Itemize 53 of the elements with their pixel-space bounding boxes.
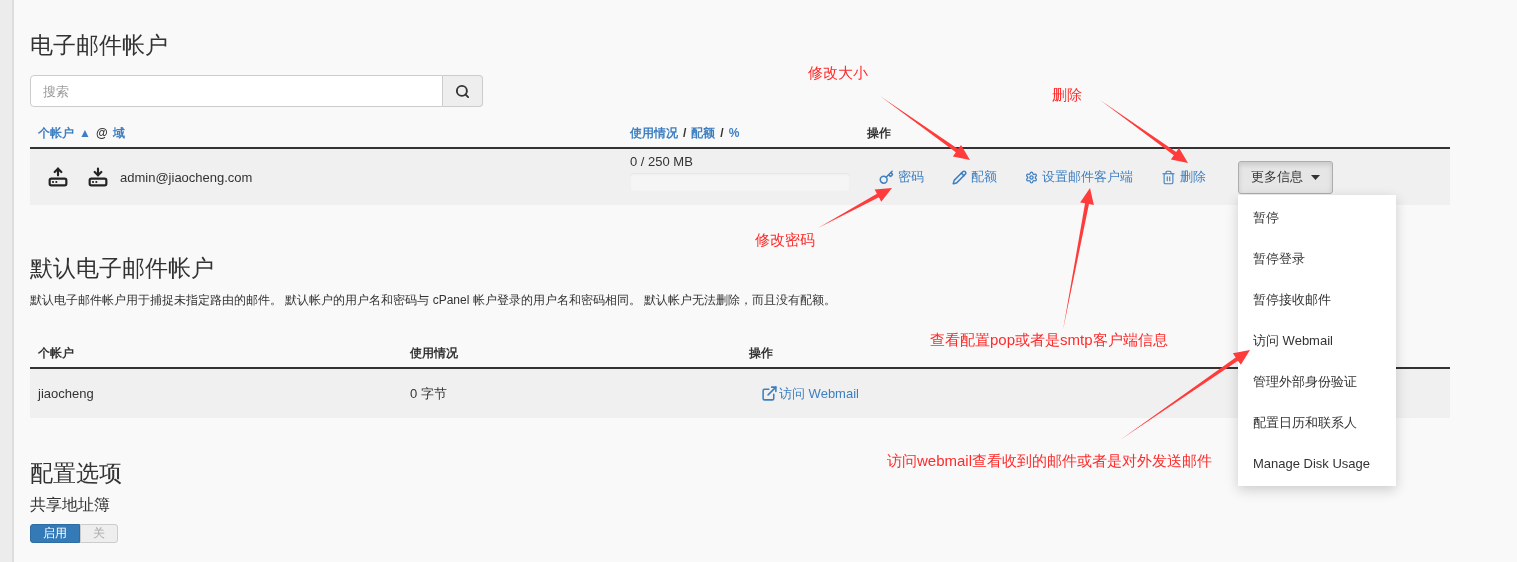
action-link[interactable]: 密码 [879,168,924,186]
caret-icon [1311,174,1320,180]
menu-item[interactable]: Manage Disk Usage [1238,442,1396,484]
setting-label: 共享地址簿 [30,495,110,515]
usage-text: 0 字节 [410,384,448,403]
section-title: 默认电子邮件帐户 [30,254,214,283]
column-sort-link[interactable]: 域 [112,124,125,142]
webmail-link[interactable]: 访问 Webmail [761,384,859,403]
column-sort-link[interactable]: 配额 [691,124,716,142]
account-name: jiaocheng [38,386,95,401]
section-title: 电子邮件帐户 [30,31,168,60]
email-address: admin@jiaocheng.com [120,169,253,185]
annotation-text: 修改大小 [808,64,868,83]
column-header: 个帐户 [38,344,75,362]
menu-item[interactable]: 配置日历和联系人 [1238,401,1396,443]
upload-icon[interactable] [48,167,68,187]
menu-item[interactable]: 访问 Webmail [1238,319,1396,361]
sort-indicator[interactable]: ▲ [79,126,91,140]
menu-item[interactable]: 暂停登录 [1238,237,1396,279]
usage-text: 0 / 250 MB [630,153,694,169]
action-link[interactable]: 设置邮件客户端 [1025,168,1133,186]
column-header: 操作 [749,344,774,362]
menu-item[interactable]: 管理外部身份验证 [1238,360,1396,402]
column-header: 操作 [867,124,891,142]
trash-icon [1161,169,1176,185]
menu-item[interactable]: 暂停接收邮件 [1238,278,1396,320]
column-header: 使用情况 [410,344,459,362]
action-link[interactable]: 删除 [1161,168,1206,186]
more-info-button[interactable]: 更多信息 [1238,160,1333,194]
menu-item[interactable]: 暂停 [1238,196,1396,238]
annotation-text: 删除 [1052,86,1082,105]
section-title: 配置选项 [30,459,122,488]
annotation-text: 访问webmail查看收到的邮件或者是对外发送邮件 [887,452,1213,471]
download-icon[interactable] [88,167,108,187]
search-field[interactable]: 搜索 [30,75,443,107]
annotation-text: 修改密码 [755,231,815,250]
action-link[interactable]: 配额 [952,168,997,186]
external-link-icon [761,385,778,402]
toggle-button[interactable]: 关 [80,524,118,543]
toggle-button[interactable]: 启用 [30,524,80,543]
search-button[interactable] [443,75,483,107]
column-sort-link[interactable]: 使用情况 [630,124,678,142]
search-icon [455,83,470,99]
column-header: @ [95,126,108,140]
column-sort-link[interactable]: % [728,126,740,140]
key-icon [879,169,894,185]
column-sort-link[interactable]: 个帐户 [38,124,74,142]
pencil-icon [952,169,967,185]
column-header: / [720,126,724,140]
column-header: / [683,126,687,140]
gear-icon [1025,170,1038,184]
annotation-text: 查看配置pop或者是smtp客户端信息 [930,331,1168,350]
section-description: 默认电子邮件帐户用于捕捉未指定路由的邮件。 默认帐户的用户名和密码与 cPanel 帐户登录的用户名和密码相同。 默认帐户无法删除，而且没有配额。 [30,292,837,309]
